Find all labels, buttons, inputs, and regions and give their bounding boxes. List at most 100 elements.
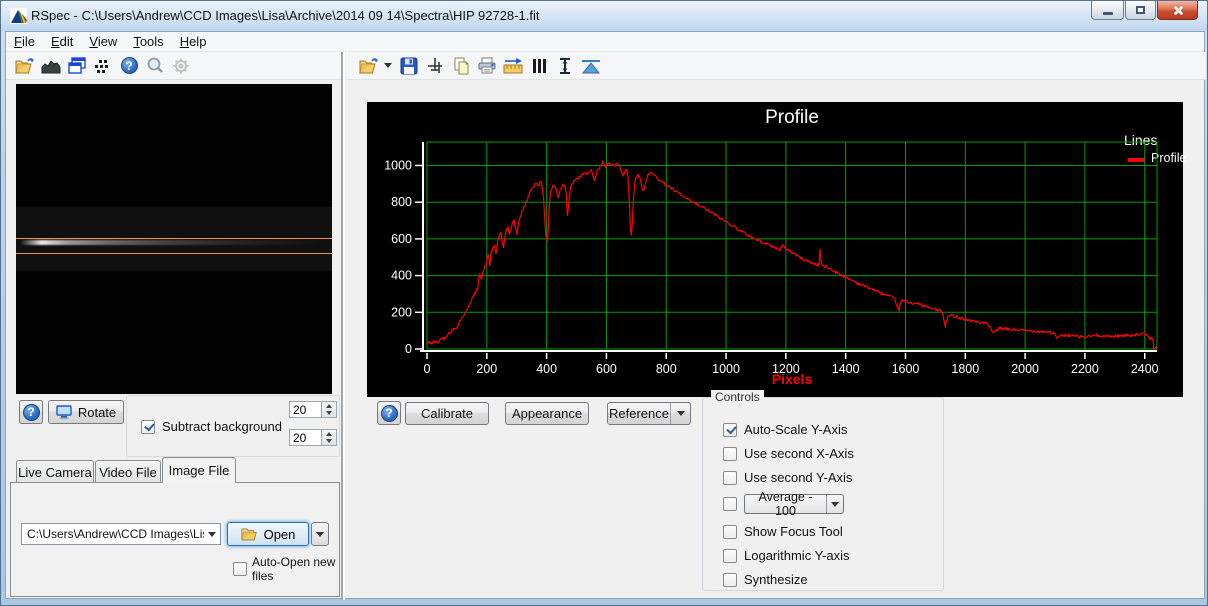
open-options-button[interactable] — [311, 522, 329, 546]
open-file-icon[interactable] — [14, 55, 36, 77]
appearance-button[interactable]: Appearance — [505, 402, 589, 425]
background-lower-spinner[interactable] — [321, 429, 337, 446]
chart-help-button[interactable]: ? — [377, 401, 401, 425]
background-upper-spinner[interactable] — [321, 401, 337, 418]
close-icon — [1172, 5, 1183, 16]
tile-grid-icon[interactable] — [92, 55, 114, 77]
menu-help[interactable]: Help — [172, 32, 215, 51]
ccd-image-preview[interactable] — [16, 84, 332, 394]
settings-gear-icon[interactable] — [170, 55, 192, 77]
monitor-icon — [56, 405, 72, 419]
open-profile-icon[interactable] — [358, 55, 380, 77]
average-checkbox[interactable] — [723, 497, 737, 511]
svg-text:1600: 1600 — [892, 362, 920, 376]
crop-origin-icon[interactable] — [424, 55, 446, 77]
logarithmic-y-label: Logarithmic Y-axis — [744, 548, 850, 563]
background-lower-input[interactable] — [289, 429, 321, 446]
logarithmic-y-checkbox[interactable] — [723, 549, 737, 563]
file-path-value: C:\Users\Andrew\CCD Images\Lisa — [22, 527, 204, 541]
auto-open-label: Auto-Open new files — [252, 555, 339, 583]
controls-group: Controls Auto-Scale Y-Axis Use second X-… — [702, 397, 944, 591]
profile-chart[interactable]: Profile Lines Profile Pixels 02004006008… — [367, 102, 1183, 397]
background-upper-input[interactable] — [289, 401, 321, 418]
controls-group-title: Controls — [711, 390, 764, 404]
menu-bar: File Edit View Tools Help — [6, 32, 1204, 52]
histogram-icon[interactable] — [40, 55, 62, 77]
calibrate-button[interactable]: Calibrate — [405, 402, 489, 425]
minimize-button[interactable] — [1091, 1, 1124, 20]
restore-icon — [1136, 6, 1145, 14]
reference-dropdown-button[interactable] — [670, 403, 690, 424]
auto-open-checkbox[interactable] — [233, 562, 247, 576]
rotate-button[interactable]: Rotate — [48, 400, 124, 424]
svg-text:800: 800 — [391, 195, 412, 209]
help-icon[interactable]: ? — [118, 55, 140, 77]
image-help-button[interactable]: ? — [19, 400, 43, 424]
window-title: RSpec - C:\Users\Andrew\CCD Images\Lisa\… — [31, 8, 539, 23]
tab-video-file[interactable]: Video File — [95, 460, 161, 483]
menu-view[interactable]: View — [81, 32, 125, 51]
chevron-down-icon[interactable] — [826, 495, 843, 513]
svg-text:1000: 1000 — [712, 362, 740, 376]
show-focus-tool-checkbox[interactable] — [723, 525, 737, 539]
profile-plot[interactable]: 0200400600800100002004006008001000120014… — [367, 102, 1183, 397]
help-icon: ? — [23, 404, 40, 421]
close-button[interactable] — [1157, 1, 1198, 20]
save-icon[interactable] — [398, 55, 420, 77]
show-focus-tool-label: Show Focus Tool — [744, 524, 843, 539]
background-fit-icon[interactable] — [580, 55, 602, 77]
reference-button[interactable]: Reference — [607, 402, 691, 425]
open-label: Open — [264, 527, 296, 542]
second-x-axis-checkbox[interactable] — [723, 447, 737, 461]
print-icon[interactable] — [476, 55, 498, 77]
open-dropdown-caret-icon[interactable] — [384, 63, 392, 68]
selection-line-top[interactable] — [16, 238, 332, 239]
folder-icon — [241, 527, 258, 541]
svg-text:400: 400 — [536, 362, 557, 376]
restore-button[interactable] — [1125, 1, 1156, 20]
chevron-down-icon — [316, 532, 324, 537]
svg-text:2000: 2000 — [1011, 362, 1039, 376]
svg-text:600: 600 — [596, 362, 617, 376]
synthesize-checkbox[interactable] — [723, 573, 737, 587]
calibrate-ruler-icon[interactable] — [502, 55, 524, 77]
menu-edit[interactable]: Edit — [43, 32, 81, 51]
right-toolbar — [346, 52, 1206, 80]
subtract-background-checkbox[interactable] — [141, 420, 155, 434]
autoscale-y-checkbox[interactable] — [723, 423, 737, 437]
menu-file[interactable]: File — [6, 32, 43, 51]
svg-text:1800: 1800 — [951, 362, 979, 376]
titlebar[interactable]: RSpec - C:\Users\Andrew\CCD Images\Lisa\… — [1, 1, 1207, 31]
svg-text:2400: 2400 — [1131, 362, 1159, 376]
file-path-combobox[interactable]: C:\Users\Andrew\CCD Images\Lisa — [21, 523, 221, 545]
app-client-area: File Edit View Tools Help ? — [5, 31, 1205, 599]
autoscale-y-label: Auto-Scale Y-Axis — [744, 422, 847, 437]
tab-image-file[interactable]: Image File — [162, 457, 236, 483]
second-x-axis-label: Use second X-Axis — [744, 446, 854, 461]
background-band — [16, 207, 332, 271]
second-y-axis-checkbox[interactable] — [723, 471, 737, 485]
app-logo-icon — [10, 8, 27, 24]
combo-dropdown-icon[interactable] — [204, 532, 220, 537]
svg-text:2200: 2200 — [1071, 362, 1099, 376]
zoom-icon[interactable] — [144, 55, 166, 77]
svg-text:400: 400 — [391, 269, 412, 283]
tab-live-camera[interactable]: Live Camera — [16, 460, 94, 483]
average-dropdown-value: Average - 100 — [745, 490, 826, 518]
cascade-windows-icon[interactable] — [66, 55, 88, 77]
second-y-axis-label: Use second Y-Axis — [744, 470, 852, 485]
panel-splitter[interactable] — [341, 52, 345, 600]
svg-text:200: 200 — [391, 305, 412, 319]
image-file-tab-panel: C:\Users\Andrew\CCD Images\Lisa Open Aut… — [10, 482, 340, 597]
copy-icon[interactable] — [450, 55, 472, 77]
svg-text:600: 600 — [391, 232, 412, 246]
selection-line-bottom[interactable] — [16, 253, 332, 254]
help-icon: ? — [381, 405, 398, 422]
window-frame: RSpec - C:\Users\Andrew\CCD Images\Lisa\… — [0, 0, 1208, 606]
vertical-scale-icon[interactable] — [554, 55, 576, 77]
element-lines-icon[interactable] — [528, 55, 550, 77]
average-dropdown[interactable]: Average - 100 — [744, 494, 844, 514]
open-button[interactable]: Open — [227, 522, 309, 546]
synthesize-label: Synthesize — [744, 572, 808, 587]
menu-tools[interactable]: Tools — [125, 32, 171, 51]
